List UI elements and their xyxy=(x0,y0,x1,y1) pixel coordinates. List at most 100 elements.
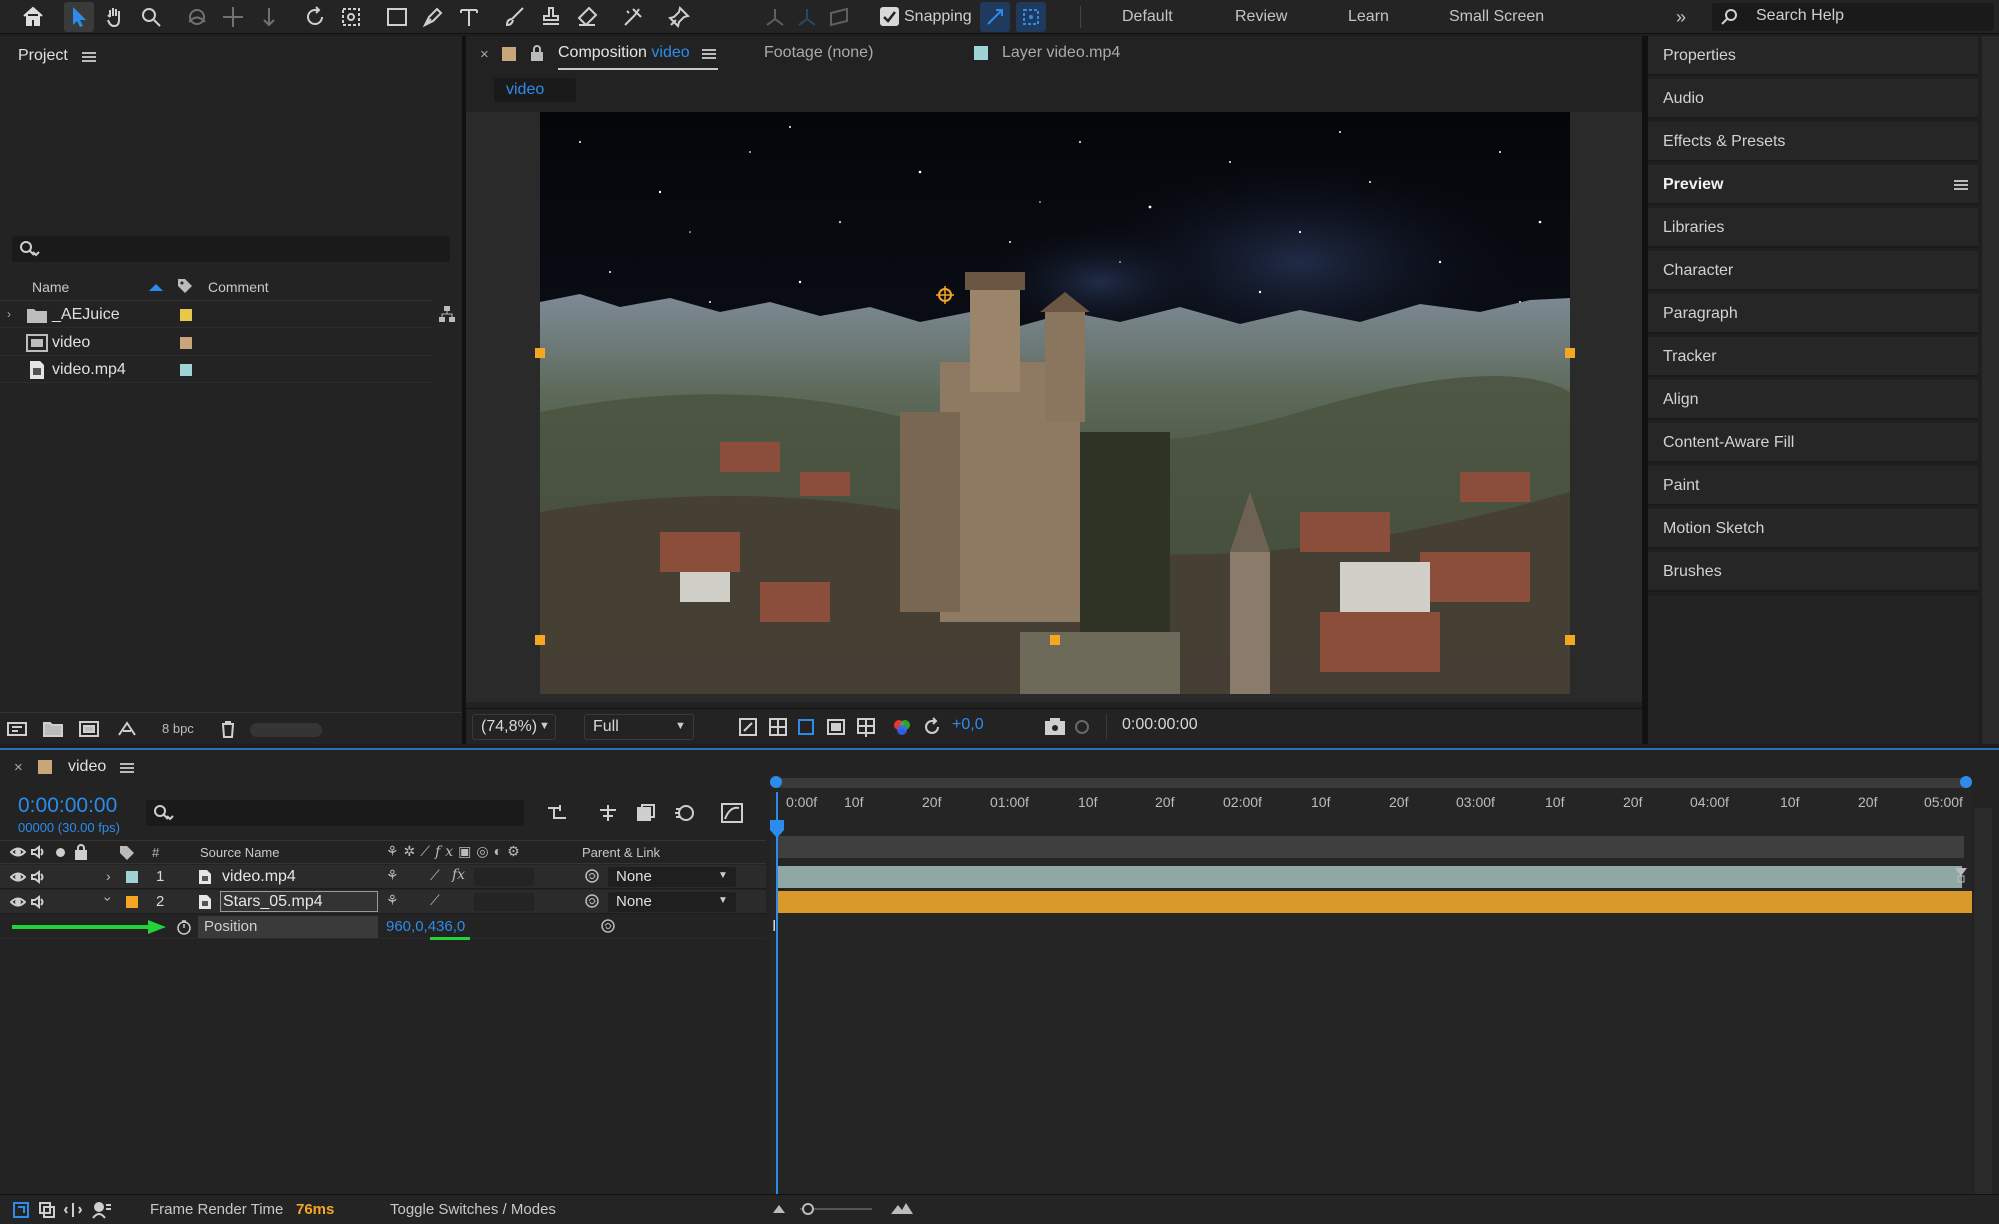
video-visibility-icon[interactable] xyxy=(10,845,26,859)
transform-handle-bottom[interactable] xyxy=(1050,635,1060,645)
panel-align[interactable]: Align xyxy=(1648,380,1978,420)
layer-label-swatch[interactable] xyxy=(126,896,138,908)
pick-whip-icon[interactable] xyxy=(600,918,616,934)
position-x-value[interactable]: 960,0 xyxy=(386,918,424,935)
timeline-panel-menu-icon[interactable] xyxy=(120,763,134,773)
composition-tab[interactable]: Composition video xyxy=(558,44,690,62)
panel-libraries[interactable]: Libraries xyxy=(1648,208,1978,248)
work-area-end-handle[interactable] xyxy=(1960,776,1972,788)
layer-row-1[interactable]: › 1 video.mp4 ⚘ ⟋ fx None ▼ xyxy=(0,865,766,889)
panel-tracker[interactable]: Tracker xyxy=(1648,337,1978,377)
reset-exposure-icon[interactable] xyxy=(922,717,942,737)
panel-divider[interactable] xyxy=(1642,36,1648,744)
rectangle-tool-icon[interactable] xyxy=(382,2,412,32)
resolution-dropdown[interactable]: Full ▼ xyxy=(584,714,694,740)
in-out-stretch-icon[interactable] xyxy=(64,1201,82,1219)
timeline-search-input[interactable] xyxy=(146,800,524,826)
workspace-small-screen[interactable]: Small Screen xyxy=(1449,0,1544,34)
comment-column-header[interactable]: Comment xyxy=(208,279,269,295)
sort-ascending-icon[interactable] xyxy=(148,282,164,292)
hand-tool-icon[interactable] xyxy=(100,2,130,32)
project-panel-title[interactable]: Project xyxy=(18,47,68,65)
motion-blur-icon[interactable] xyxy=(672,802,696,824)
close-timeline-icon[interactable]: × xyxy=(14,759,23,776)
home-icon[interactable] xyxy=(18,2,48,32)
layer-1-duration-bar[interactable] xyxy=(776,866,1962,888)
new-composition-icon[interactable] xyxy=(78,719,100,739)
pen-tool-icon[interactable] xyxy=(418,2,448,32)
project-item-video-comp[interactable]: video xyxy=(0,329,432,356)
video-visibility-icon[interactable] xyxy=(10,870,26,884)
timeline-track-area[interactable]: 0:00f 10f 20f 01:00f 10f 20f 02:00f 10f … xyxy=(770,776,1972,1198)
fast-previews-icon[interactable] xyxy=(738,717,758,737)
panel-preview[interactable]: Preview xyxy=(1648,165,1978,205)
transform-handle-bottom-left[interactable] xyxy=(535,635,545,645)
pan-camera-icon[interactable] xyxy=(218,2,248,32)
audio-icon[interactable] xyxy=(30,845,46,859)
timeline-comp-tab[interactable]: video xyxy=(68,758,106,776)
audio-icon[interactable] xyxy=(30,895,46,909)
collapse-chevron-icon[interactable]: › xyxy=(100,897,116,902)
snap-edges-icon[interactable] xyxy=(980,2,1010,32)
transform-handle-bottom-right[interactable] xyxy=(1565,635,1575,645)
layer-tab[interactable]: Layer video.mp4 xyxy=(1002,44,1120,62)
transform-handle-left[interactable] xyxy=(535,348,545,358)
label-color-swatch[interactable] xyxy=(180,337,192,349)
time-ruler[interactable]: 0:00f 10f 20f 01:00f 10f 20f 02:00f 10f … xyxy=(770,790,1972,820)
viewer-timecode[interactable]: 0:00:00:00 xyxy=(1122,716,1198,734)
position-property-row[interactable]: Position 960,0,436,0 xyxy=(0,915,766,940)
trash-icon[interactable] xyxy=(218,719,238,739)
parent-dropdown[interactable]: None ▼ xyxy=(608,867,736,887)
quality-switch-icon[interactable]: ⟋ xyxy=(430,892,440,909)
transparency-grid-icon[interactable] xyxy=(768,717,788,737)
transfer-controls-icon[interactable] xyxy=(38,1201,56,1219)
thumbnail-size-slider[interactable] xyxy=(250,723,322,737)
workspace-review[interactable]: Review xyxy=(1235,0,1287,34)
switch-cells[interactable] xyxy=(474,893,534,911)
transform-handle-right[interactable] xyxy=(1565,348,1575,358)
viewer-canvas-area[interactable] xyxy=(466,112,1642,702)
switch-cells[interactable] xyxy=(474,868,534,886)
solo-icon[interactable] xyxy=(56,848,65,857)
panel-character[interactable]: Character xyxy=(1648,251,1978,291)
panel-content-aware-fill[interactable]: Content-Aware Fill xyxy=(1648,423,1978,463)
zoom-out-icon[interactable] xyxy=(772,1201,786,1215)
project-search-input[interactable] xyxy=(12,236,450,262)
selection-tool-icon[interactable] xyxy=(64,2,94,32)
timeline-scrollbar[interactable] xyxy=(1974,808,1992,1198)
current-time-display[interactable]: 0:00:00:00 xyxy=(18,794,117,818)
playhead-line[interactable] xyxy=(776,792,778,1198)
anchor-point-icon[interactable] xyxy=(934,284,956,306)
position-y-value[interactable]: 436,0 xyxy=(428,918,466,935)
bit-depth-label[interactable]: 8 bpc xyxy=(162,721,194,736)
preview-panel-menu-icon[interactable] xyxy=(1954,180,1968,190)
orbit-camera-icon[interactable] xyxy=(182,2,212,32)
grid-guides-icon[interactable] xyxy=(856,717,876,737)
label-color-swatch[interactable] xyxy=(180,309,192,321)
stopwatch-icon[interactable] xyxy=(176,919,192,935)
composition-frame[interactable] xyxy=(540,112,1570,694)
panel-effects-presets[interactable]: Effects & Presets xyxy=(1648,122,1978,162)
new-folder-icon[interactable] xyxy=(42,719,64,739)
project-panel-menu-icon[interactable] xyxy=(82,52,96,62)
interpret-footage-icon[interactable] xyxy=(6,719,28,739)
dolly-camera-icon[interactable] xyxy=(254,2,284,32)
effects-switch-icon[interactable]: fx xyxy=(452,867,465,883)
mask-visibility-icon[interactable] xyxy=(796,717,816,737)
panel-divider[interactable] xyxy=(462,36,466,744)
source-name-header[interactable]: Source Name xyxy=(200,845,279,860)
quality-switch-icon[interactable]: ⟋ xyxy=(430,867,440,884)
right-panel-scrollbar[interactable] xyxy=(1982,36,1999,744)
snapping-checkbox[interactable] xyxy=(880,7,899,26)
comp-flowchart-icon[interactable] xyxy=(546,802,570,824)
expand-chevron-icon[interactable]: › xyxy=(7,307,11,321)
viewer-panel-menu-icon[interactable] xyxy=(702,49,716,59)
lock-icon[interactable] xyxy=(74,844,88,860)
panel-brushes[interactable]: Brushes xyxy=(1648,552,1978,592)
layer-switches-toggle-icon[interactable] xyxy=(12,1201,30,1219)
clone-stamp-icon[interactable] xyxy=(536,2,566,32)
work-area-start-handle[interactable] xyxy=(770,776,782,788)
color-channels-icon[interactable] xyxy=(892,717,912,737)
toggle-switches-modes-button[interactable]: Toggle Switches / Modes xyxy=(390,1201,556,1218)
playhead-handle[interactable] xyxy=(770,820,784,838)
